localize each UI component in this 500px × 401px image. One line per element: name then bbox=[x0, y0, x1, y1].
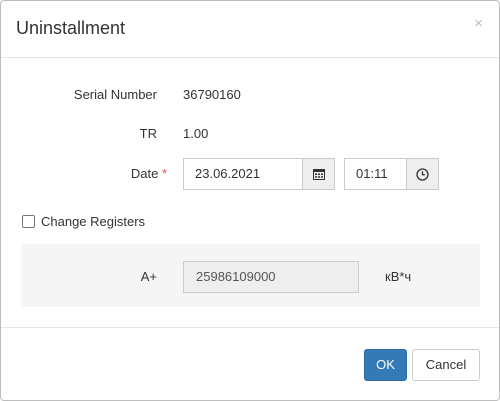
ok-button[interactable]: OK bbox=[364, 349, 407, 381]
calendar-icon bbox=[312, 169, 325, 180]
register-unit: кВ*ч bbox=[385, 269, 412, 284]
serial-number-value: 36790160 bbox=[183, 87, 241, 102]
calendar-button[interactable] bbox=[302, 158, 335, 190]
close-icon[interactable]: × bbox=[474, 16, 483, 31]
dialog-header: Uninstallment × bbox=[1, 1, 499, 58]
serial-number-label: Serial Number bbox=[73, 87, 157, 102]
dialog-title: Uninstallment bbox=[16, 18, 126, 38]
date-label: Date * bbox=[41, 166, 167, 181]
clock-icon bbox=[416, 167, 429, 181]
date-label-text: Date bbox=[130, 166, 159, 181]
change-registers-checkbox[interactable] bbox=[22, 215, 35, 228]
footer-divider bbox=[1, 327, 499, 328]
uninstallment-dialog: Uninstallment × Serial Number 36790160 T… bbox=[0, 0, 500, 401]
register-a-plus-label: A+ bbox=[140, 269, 157, 284]
required-mark: * bbox=[161, 166, 167, 181]
tr-value: 1.00 bbox=[183, 126, 209, 141]
register-a-plus-input: 25986109000 bbox=[183, 261, 359, 293]
cancel-button[interactable]: Cancel bbox=[412, 349, 480, 381]
tr-label: TR bbox=[139, 126, 157, 141]
clock-button[interactable] bbox=[406, 158, 439, 190]
date-input[interactable]: 23.06.2021 bbox=[183, 158, 303, 190]
change-registers-label[interactable]: Change Registers bbox=[41, 214, 145, 229]
time-input[interactable]: 01:11 bbox=[344, 158, 407, 190]
